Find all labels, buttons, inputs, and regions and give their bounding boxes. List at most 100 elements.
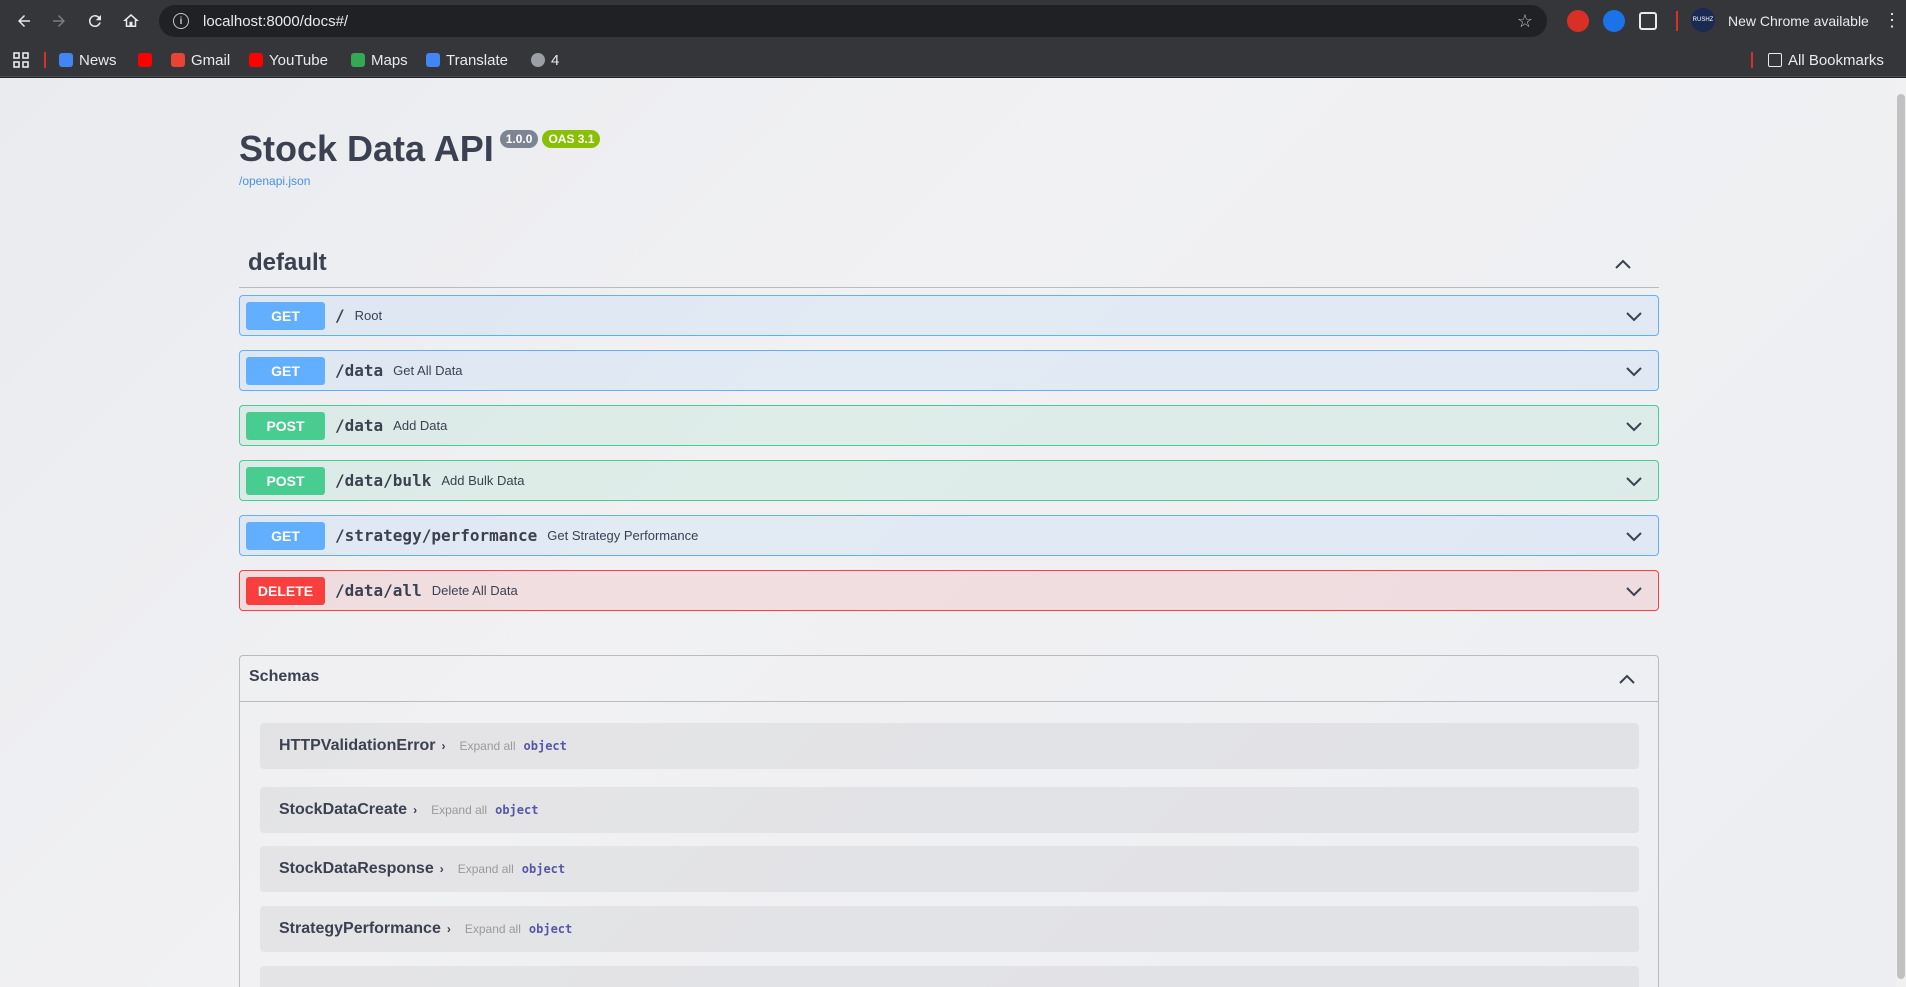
chevron-down-icon[interactable]	[1624, 471, 1644, 491]
chevron-down-icon[interactable]	[1624, 526, 1644, 546]
page-scrollbar[interactable]	[1896, 78, 1906, 987]
extensions-puzzle-icon[interactable]	[1639, 12, 1657, 30]
schema-name[interactable]: StockDataCreate	[279, 801, 407, 819]
schemas-header[interactable]: Schemas	[240, 656, 1658, 702]
bookmark-label: 4	[551, 51, 560, 69]
version-badge: 1.0.0	[499, 130, 539, 148]
chevron-right-icon[interactable]: ›	[413, 803, 417, 817]
operation-path: /data/bulk	[335, 471, 432, 490]
operation-get-data[interactable]: GET /data Get All Data	[239, 350, 1659, 391]
maps-icon	[351, 53, 365, 67]
bookmarks-divider	[44, 52, 46, 68]
browser-toolbar: i localhost:8000/docs#/ ☆ RUSHZ New Chro…	[0, 0, 1906, 42]
chevron-down-icon[interactable]	[1624, 581, 1644, 601]
operation-summary: Delete All Data	[431, 583, 518, 598]
address-bar[interactable]: i localhost:8000/docs#/ ☆	[159, 5, 1547, 37]
apps-grid-icon[interactable]	[13, 50, 29, 70]
bookmark-translate[interactable]: Translate	[426, 50, 508, 70]
toolbar-divider	[1676, 11, 1678, 31]
avatar-text: RUSHZ	[1692, 17, 1714, 23]
bookmark-news[interactable]: News	[59, 50, 117, 70]
bookmark-label: YouTube	[269, 51, 328, 69]
bookmarks-divider	[1751, 52, 1753, 68]
operation-summary: Get All Data	[393, 363, 463, 378]
chevron-down-icon[interactable]	[1624, 416, 1644, 436]
schema-name[interactable]: StockDataResponse	[279, 860, 434, 878]
chrome-update-button[interactable]: New Chrome available	[1728, 7, 1869, 35]
tag-section-header[interactable]: default	[239, 238, 1659, 288]
schema-name[interactable]: HTTPValidationError	[279, 737, 435, 755]
method-badge: POST	[246, 411, 325, 440]
globe-icon	[531, 53, 545, 67]
bookmark-label: Maps	[371, 51, 408, 69]
folder-icon	[1768, 53, 1782, 67]
operation-summary: Add Data	[393, 418, 448, 433]
schema-partially-visible[interactable]	[260, 966, 1639, 987]
method-badge: DELETE	[246, 576, 325, 605]
chevron-up-icon[interactable]	[1616, 668, 1638, 690]
chevron-right-icon[interactable]: ›	[441, 739, 445, 753]
expand-all-link[interactable]: Expand all	[458, 862, 514, 876]
operation-post-data[interactable]: POST /data Add Data	[239, 405, 1659, 446]
update-label: New Chrome available	[1728, 13, 1869, 29]
operation-get-strategy-performance[interactable]: GET /strategy/performance Get Strategy P…	[239, 515, 1659, 556]
extension-red-icon[interactable]	[1567, 10, 1589, 32]
reload-icon[interactable]	[81, 7, 109, 35]
schema-stock-data-create[interactable]: StockDataCreate › Expand all object	[260, 787, 1639, 833]
expand-all-link[interactable]: Expand all	[459, 739, 515, 753]
bookmarks-bar: News Gmail YouTube Maps Translate 4 All …	[0, 42, 1906, 77]
menu-kebab-icon[interactable]: ⋮	[1883, 9, 1901, 31]
youtube-icon	[138, 53, 152, 67]
openapi-spec-link[interactable]: /openapi.json	[239, 174, 310, 188]
operation-delete-data-all[interactable]: DELETE /data/all Delete All Data	[239, 570, 1659, 611]
bookmark-folder-count[interactable]: 4	[531, 50, 559, 70]
oas-badge: OAS 3.1	[542, 130, 601, 148]
schema-stock-data-response[interactable]: StockDataResponse › Expand all object	[260, 846, 1639, 892]
back-icon[interactable]	[10, 7, 38, 35]
chevron-down-icon[interactable]	[1624, 306, 1644, 326]
bookmark-youtube[interactable]: YouTube	[249, 50, 328, 70]
scrollbar-thumb[interactable]	[1897, 94, 1905, 979]
schemas-title: Schemas	[249, 668, 320, 685]
home-icon[interactable]	[117, 7, 145, 35]
api-title: Stock Data API	[239, 128, 494, 169]
bookmark-gmail[interactable]: Gmail	[171, 50, 230, 70]
schema-type: object	[521, 862, 566, 876]
expand-all-link[interactable]: Expand all	[431, 803, 487, 817]
operation-summary: Add Bulk Data	[441, 473, 525, 488]
api-info: Stock Data API 1.0.0 OAS 3.1	[239, 128, 601, 170]
bookmark-maps[interactable]: Maps	[351, 50, 408, 70]
method-badge: POST	[246, 466, 325, 495]
method-badge: GET	[246, 356, 325, 385]
schema-type: object	[495, 803, 539, 817]
youtube-icon	[249, 53, 263, 67]
operation-path: /	[335, 306, 345, 325]
url-text[interactable]: localhost:8000/docs#/	[203, 13, 348, 30]
expand-all-link[interactable]: Expand all	[465, 922, 521, 936]
forward-icon[interactable]	[45, 7, 73, 35]
bookmark-star-icon[interactable]: ☆	[1517, 11, 1533, 32]
operation-path: /data	[335, 361, 384, 380]
extension-blue-icon[interactable]	[1603, 10, 1625, 32]
schema-http-validation-error[interactable]: HTTPValidationError › Expand all object	[260, 723, 1639, 769]
operation-summary: Get Strategy Performance	[547, 528, 699, 543]
site-info-icon[interactable]: i	[173, 13, 189, 29]
operation-post-data-bulk[interactable]: POST /data/bulk Add Bulk Data	[239, 460, 1659, 501]
schema-strategy-performance[interactable]: StrategyPerformance › Expand all object	[260, 906, 1639, 952]
bookmark-label: News	[79, 51, 117, 69]
chevron-right-icon[interactable]: ›	[447, 922, 451, 936]
all-bookmarks-button[interactable]: All Bookmarks	[1768, 50, 1884, 70]
chevron-down-icon[interactable]	[1624, 361, 1644, 381]
schema-name[interactable]: StrategyPerformance	[279, 920, 441, 938]
operation-get-root[interactable]: GET / Root	[239, 295, 1659, 336]
profile-avatar[interactable]: RUSHZ	[1691, 8, 1715, 32]
operation-path: /data/all	[335, 581, 422, 600]
chevron-right-icon[interactable]: ›	[440, 862, 444, 876]
schemas-section: Schemas HTTPValidationError › Expand all…	[239, 655, 1659, 987]
all-bookmarks-label: All Bookmarks	[1788, 51, 1884, 69]
news-icon	[59, 53, 73, 67]
chevron-up-icon[interactable]	[1613, 254, 1633, 274]
schema-type: object	[523, 739, 567, 753]
schema-type: object	[528, 922, 573, 936]
bookmark-youtube-short[interactable]	[138, 50, 158, 70]
